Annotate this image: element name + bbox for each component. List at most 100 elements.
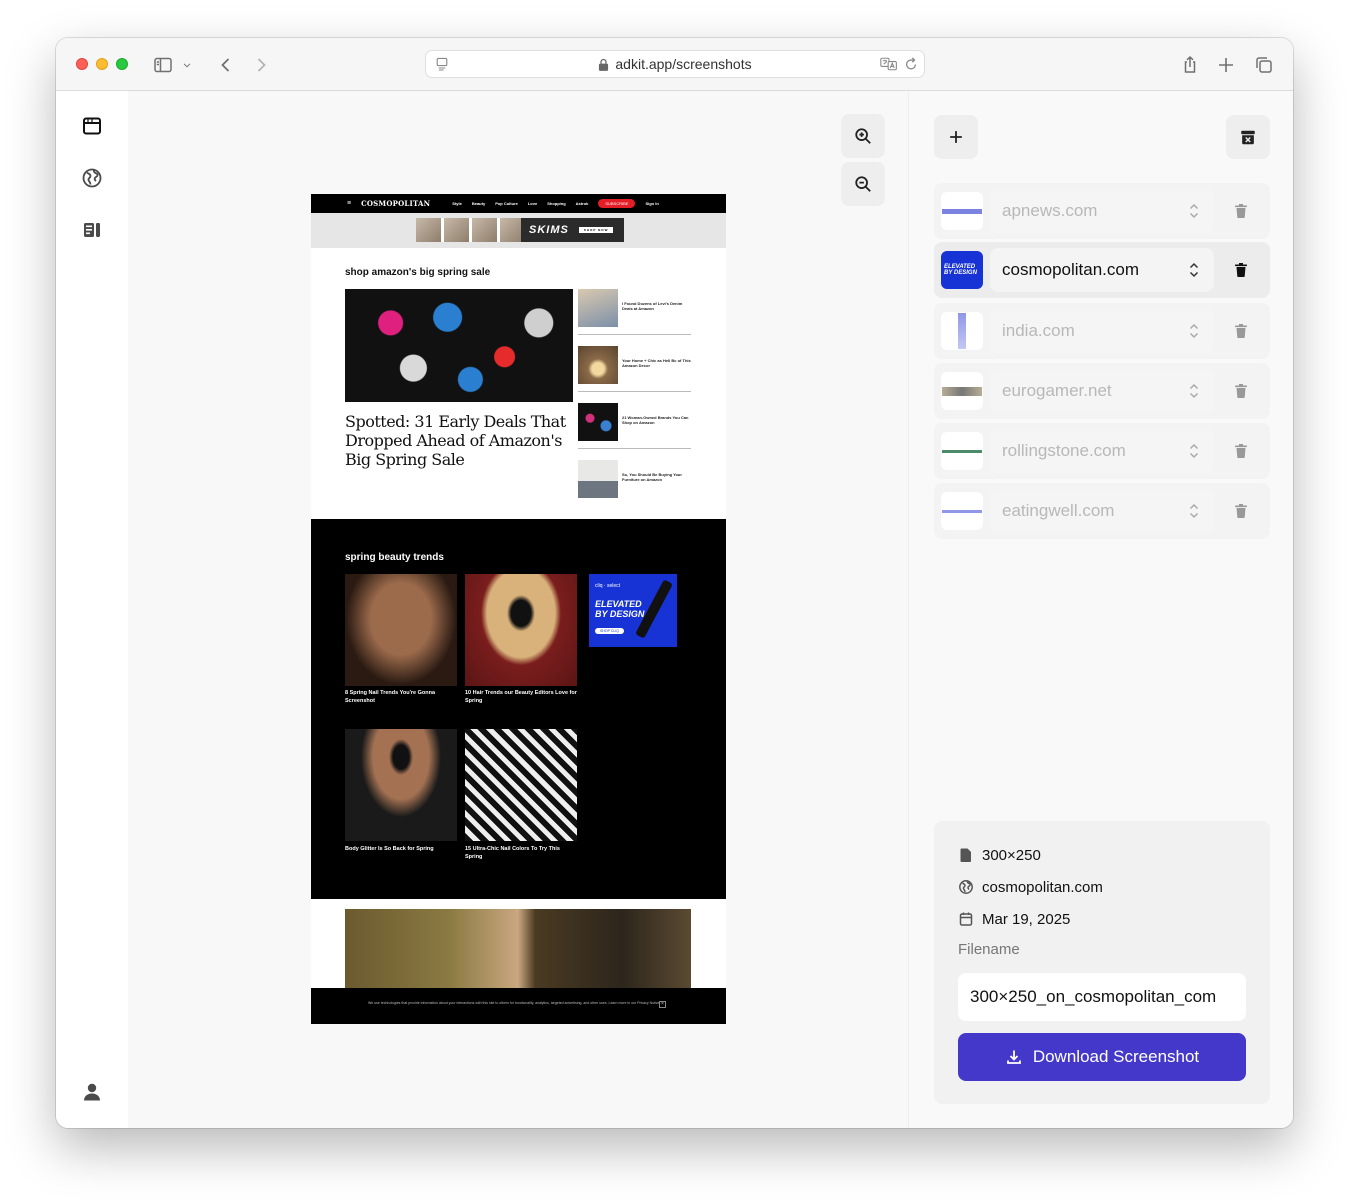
site-thumbnail (941, 312, 983, 350)
hero-image (345, 289, 573, 402)
page-settings-icon[interactable] (434, 56, 450, 72)
reload-icon[interactable] (904, 56, 918, 72)
site-select[interactable]: india.com (990, 309, 1214, 353)
cookie-banner: We use technologies that provide informa… (311, 988, 726, 1024)
trash-icon (1235, 504, 1247, 519)
cookie-close-icon: × (659, 1001, 666, 1008)
site-thumbnail (941, 492, 983, 530)
site-thumbnail (941, 192, 983, 230)
site-row[interactable]: india.com (934, 303, 1270, 359)
chevron-updown-icon (1188, 202, 1200, 220)
side-article-title: Your Home + Chic as Hell Bc of This Amaz… (622, 358, 691, 368)
top-ad-bar: SKIMS SHOP NOW (311, 213, 726, 248)
close-window-button[interactable] (76, 58, 88, 70)
cosmo-nav-item: Beauty (471, 201, 486, 206)
date-line: Mar 19, 2025 (958, 909, 1070, 929)
section-title: spring beauty trends (345, 552, 444, 563)
chevron-down-icon[interactable] (179, 52, 195, 78)
calendar-icon (958, 911, 974, 927)
archive-button[interactable] (1226, 115, 1270, 159)
ads-nav-icon[interactable] (78, 216, 106, 244)
trash-icon (1235, 204, 1247, 219)
site-row[interactable]: rollingstone.com (934, 423, 1270, 479)
beauty-caption: Body Glitter Is So Back for Spring (345, 846, 434, 852)
translate-icon[interactable] (880, 56, 898, 72)
right-panel: apnews.com ELEVATED BY DESIGN cosmopolit… (908, 91, 1293, 1128)
site-row[interactable]: eatingwell.com (934, 483, 1270, 539)
archive-icon (1241, 130, 1255, 145)
download-icon (1006, 1050, 1021, 1064)
user-icon[interactable] (78, 1078, 106, 1106)
url-bar[interactable]: adkit.app/screenshots (425, 50, 925, 78)
beauty-image (465, 729, 577, 841)
site-thumbnail (941, 432, 983, 470)
site-row[interactable]: ELEVATED BY DESIGN cosmopolitan.com (934, 242, 1270, 298)
screenshot-site: cosmopolitan.com (982, 878, 1103, 896)
cliq-cta: SHOP CLIQ (595, 628, 624, 634)
side-article: So, You Should Be Buying Your Furniture … (578, 460, 691, 506)
minimize-window-button[interactable] (96, 58, 108, 70)
filename-input[interactable] (958, 973, 1246, 1021)
site-name: apnews.com (1002, 201, 1098, 220)
trash-icon (1235, 324, 1247, 339)
side-article-title: 21 Woman-Owned Brands You Can Shop on Am… (622, 415, 689, 425)
site-select[interactable]: eurogamer.net (990, 369, 1214, 413)
download-screenshot-button[interactable]: Download Screenshot (958, 1033, 1246, 1081)
site-row[interactable]: eurogamer.net (934, 363, 1270, 419)
screenshot-date: Mar 19, 2025 (982, 910, 1071, 928)
add-site-button[interactable] (934, 115, 978, 159)
tab-overview-icon[interactable] (1251, 52, 1277, 78)
cosmo-subscribe: SUBSCRIBE (598, 199, 636, 208)
site-name: eurogamer.net (1002, 381, 1112, 400)
share-icon[interactable] (1177, 52, 1203, 78)
delete-button[interactable] (1231, 441, 1251, 461)
trash-icon (1235, 444, 1247, 459)
side-article: Your Home + Chic as Hell Bc of This Amaz… (578, 346, 691, 392)
globe-icon[interactable] (78, 164, 106, 192)
sidebar-toggle-icon[interactable] (150, 52, 176, 78)
screenshot-details-card: 300×250 cosmopolitan.com Mar 19, 2025 Fi… (934, 821, 1270, 1104)
chevron-updown-icon (1188, 322, 1200, 340)
delete-button[interactable] (1231, 321, 1251, 341)
screenshots-nav-icon[interactable] (78, 112, 106, 140)
site-name: cosmopolitan.com (1002, 260, 1140, 279)
zoom-out-icon (855, 176, 871, 192)
zoom-window-button[interactable] (116, 58, 128, 70)
side-article: I Found Dozens of Levi's Denim Deals at … (578, 289, 691, 335)
plus-icon (950, 131, 962, 143)
site-select[interactable]: cosmopolitan.com (990, 248, 1214, 292)
new-tab-icon[interactable] (1213, 52, 1239, 78)
delete-button[interactable] (1231, 260, 1251, 280)
site-select[interactable]: apnews.com (990, 189, 1214, 233)
section-title: shop amazon's big spring sale (345, 267, 491, 278)
site-select[interactable]: rollingstone.com (990, 429, 1214, 473)
side-article-title: So, You Should Be Buying Your Furniture … (622, 472, 682, 482)
trash-icon (1235, 384, 1247, 399)
beauty-section: spring beauty trends 8 Spring Nail Trend… (311, 519, 726, 899)
cliq-ad: cliq · select ELEVATED BY DESIGN SHOP CL… (589, 574, 677, 647)
skims-cta: SHOP NOW (578, 227, 614, 233)
delete-button[interactable] (1231, 201, 1251, 221)
cliq-headline: ELEVATED BY DESIGN (595, 599, 645, 619)
chevron-updown-icon (1188, 261, 1200, 279)
site-row[interactable]: apnews.com (934, 183, 1270, 239)
browser-window: adkit.app/screenshots ≡ COSMOPOLITAN Sty… (56, 38, 1293, 1128)
site-select[interactable]: eatingwell.com (990, 489, 1214, 533)
screenshot-preview-area: ≡ COSMOPOLITAN Style Beauty Pop Culture … (128, 91, 908, 1128)
back-arrow-icon[interactable] (213, 52, 239, 78)
beauty-image (345, 574, 457, 686)
size-line: 300×250 (958, 845, 1041, 865)
chevron-updown-icon (1188, 382, 1200, 400)
download-label: Download Screenshot (1032, 1047, 1200, 1066)
lock-icon (598, 58, 609, 71)
left-nav (56, 91, 128, 1128)
delete-button[interactable] (1231, 501, 1251, 521)
beauty-caption: 8 Spring Nail Trends You're Gonna Screen… (345, 690, 436, 704)
zoom-out-button[interactable] (841, 162, 885, 206)
delete-button[interactable] (1231, 381, 1251, 401)
filename-label: Filename (958, 941, 1020, 958)
forward-arrow-icon[interactable] (248, 52, 274, 78)
screenshot-size: 300×250 (982, 846, 1041, 864)
beauty-caption: 10 Hair Trends our Beauty Editors Love f… (465, 690, 577, 704)
zoom-in-button[interactable] (841, 114, 885, 158)
